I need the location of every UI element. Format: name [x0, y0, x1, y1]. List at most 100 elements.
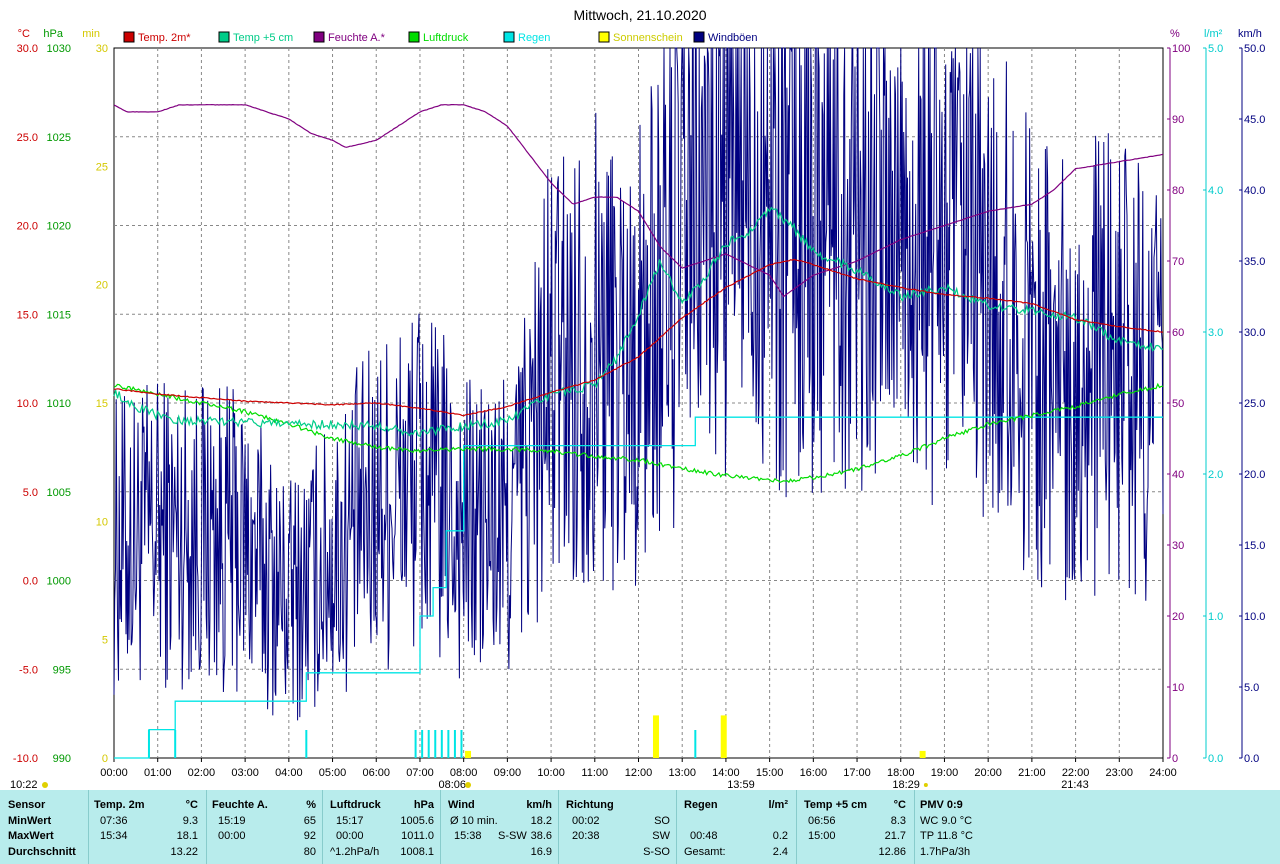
- pressure-axis-tick-label: 1005: [47, 487, 71, 499]
- x-tick-label: 19:00: [931, 767, 959, 779]
- humidity-axis-tick-label: 90: [1172, 114, 1184, 126]
- x-tick-label: 13:00: [668, 767, 696, 779]
- humidity-axis-tick-label: 30: [1172, 540, 1184, 552]
- legend-label: Windböen: [708, 32, 758, 44]
- wind-gust-time: 15:38: [454, 830, 482, 842]
- sunshine-axis-tick-label: 0: [102, 753, 108, 765]
- direction-time-1: 00:02: [572, 815, 600, 827]
- sensor-column: Sensor MinWert MaxWert Durchschnitt: [0, 790, 89, 864]
- humidity-unit: %: [306, 799, 316, 811]
- pressure-axis-tick-label: 1015: [47, 309, 71, 321]
- wind-axis-tick-label: 20.0: [1244, 469, 1265, 481]
- x-tick-label: 05:00: [319, 767, 347, 779]
- rain-header: Regen: [684, 799, 718, 811]
- humidity-avg: 80: [303, 846, 316, 858]
- row-label-min: MinWert: [8, 815, 52, 827]
- direction-value-2: SW: [652, 830, 670, 842]
- moonrise-label: 10:22: [10, 779, 38, 790]
- temp2m-min: 9.3: [182, 815, 198, 827]
- x-tick-label: 00:00: [100, 767, 128, 779]
- pmv-column: PMV 0:9 WC 9.0 °C TP 11.8 °C 1.7hPa/3h: [914, 790, 1280, 864]
- legend-label: Luftdruck: [423, 32, 469, 44]
- wind-gust-dir: S-SW: [498, 830, 527, 842]
- temp-axis-tick-label: 30.0: [17, 43, 38, 55]
- temp2m-column: Temp. 2m °C 07:36 9.3 15:34 18.1 13.22: [88, 790, 207, 864]
- temp-axis-tick-label: 25.0: [17, 132, 38, 144]
- sunshine-axis-tick-label: 15: [96, 398, 108, 410]
- temp2m-unit: °C: [185, 799, 198, 811]
- sunshine-axis-tick-label: 25: [96, 161, 108, 173]
- x-tick-label: 10:00: [537, 767, 565, 779]
- temp5cm-unit: °C: [893, 799, 906, 811]
- pressure-axis-tick-label: 1025: [47, 132, 71, 144]
- direction-column: Richtung 00:02 SO 20:38 SW S-SO: [558, 790, 677, 864]
- rain-axis-tick-label: 2.0: [1208, 469, 1223, 481]
- x-tick-label: 23:00: [1106, 767, 1134, 779]
- x-tick-label: 15:00: [756, 767, 784, 779]
- pressure-axis-tick-label: 1010: [47, 398, 71, 410]
- statistics-panel: Sensor MinWert MaxWert Durchschnitt Temp…: [0, 790, 1280, 864]
- legend-label: Temp. 2m*: [138, 32, 191, 44]
- pmv-tp: TP 11.8 °C: [920, 830, 973, 842]
- pressure-axis-unit: hPa: [43, 28, 63, 40]
- direction-avg: S-SO: [643, 846, 670, 858]
- rain-total: 2.4: [772, 846, 788, 858]
- humidity-axis-tick-label: 70: [1172, 256, 1184, 268]
- x-tick-label: 24:00: [1149, 767, 1177, 779]
- sunshine-axis-unit: min: [82, 28, 100, 40]
- pressure-axis-tick-label: 1030: [47, 43, 71, 55]
- sunshine-axis-tick-label: 20: [96, 280, 108, 292]
- humidity-column: Feuchte A. % 15:19 65 00:00 92 80: [206, 790, 323, 864]
- pressure-min-time: 15:17: [336, 815, 364, 827]
- sunshine-bar: [652, 715, 659, 758]
- weather-chart: 00:00 01:00 02:00 03:00 04:00 05:00 06:00 07:00…: [10, 7, 1265, 790]
- rain-end-label: 21:43: [1061, 779, 1089, 790]
- x-tick-label: 01:00: [144, 767, 172, 779]
- humidity-axis-tick-label: 80: [1172, 185, 1184, 197]
- humidity-max-time: 00:00: [218, 830, 246, 842]
- pressure-max-time: 00:00: [336, 830, 364, 842]
- wind-axis-tick-label: 15.0: [1244, 540, 1265, 552]
- sunrise-label: 08:06: [439, 779, 467, 790]
- pressure-avg: 1008.1: [400, 846, 434, 858]
- pmv-wc: WC 9.0 °C: [920, 815, 973, 827]
- humidity-axis-tick-label: 20: [1172, 611, 1184, 623]
- wind-avg10-value: 18.2: [530, 815, 552, 827]
- rain-axis-tick-label: 1.0: [1208, 611, 1223, 623]
- pressure-max: 1011.0: [401, 830, 434, 842]
- temp-axis-tick-label: -10.0: [13, 753, 38, 765]
- x-tick-label: 22:00: [1062, 767, 1090, 779]
- humidity-axis-tick-label: 0: [1172, 753, 1178, 765]
- legend-label: Temp +5 cm: [233, 32, 293, 44]
- direction-value-1: SO: [654, 815, 670, 827]
- legend-label: Regen: [518, 32, 550, 44]
- direction-time-2: 20:38: [572, 830, 600, 842]
- humidity-max: 92: [303, 830, 316, 842]
- legend-swatch: [218, 31, 230, 43]
- pressure-min: 1005.6: [400, 815, 434, 827]
- humidity-axis-tick-label: 10: [1172, 682, 1184, 694]
- wind-unit: km/h: [526, 799, 552, 811]
- x-tick-label: 16:00: [800, 767, 828, 779]
- wind-axis-tick-label: 25.0: [1244, 398, 1265, 410]
- temp2m-header: Temp. 2m: [94, 799, 145, 811]
- temp5cm-avg: 12.86: [878, 846, 906, 858]
- wind-axis-tick-label: 30.0: [1244, 327, 1265, 339]
- temp5cm-column: Temp +5 cm °C 06:56 8.3 15:00 21.7 12.86: [796, 790, 915, 864]
- humidity-min: 65: [303, 815, 316, 827]
- wind-axis-tick-label: 45.0: [1244, 114, 1265, 126]
- temp-axis-unit: °C: [18, 28, 30, 40]
- wind-column: Wind km/h Ø 10 min. 18.2 15:38 S-SW 38.6…: [440, 790, 559, 864]
- humidity-axis-unit: %: [1170, 28, 1180, 40]
- pmv-header: PMV 0:9: [920, 799, 963, 811]
- legend-swatch: [408, 31, 420, 43]
- x-tick-label: 14:00: [712, 767, 740, 779]
- humidity-axis-tick-label: 40: [1172, 469, 1184, 481]
- wind-axis-tick-label: 35.0: [1244, 256, 1265, 268]
- temp-axis-tick-label: -5.0: [19, 664, 38, 676]
- pressure-axis-tick-label: 995: [53, 664, 71, 676]
- x-tick-label: 04:00: [275, 767, 303, 779]
- x-tick-label: 12:00: [625, 767, 653, 779]
- row-label-max: MaxWert: [8, 830, 54, 842]
- x-tick-label: 03:00: [231, 767, 259, 779]
